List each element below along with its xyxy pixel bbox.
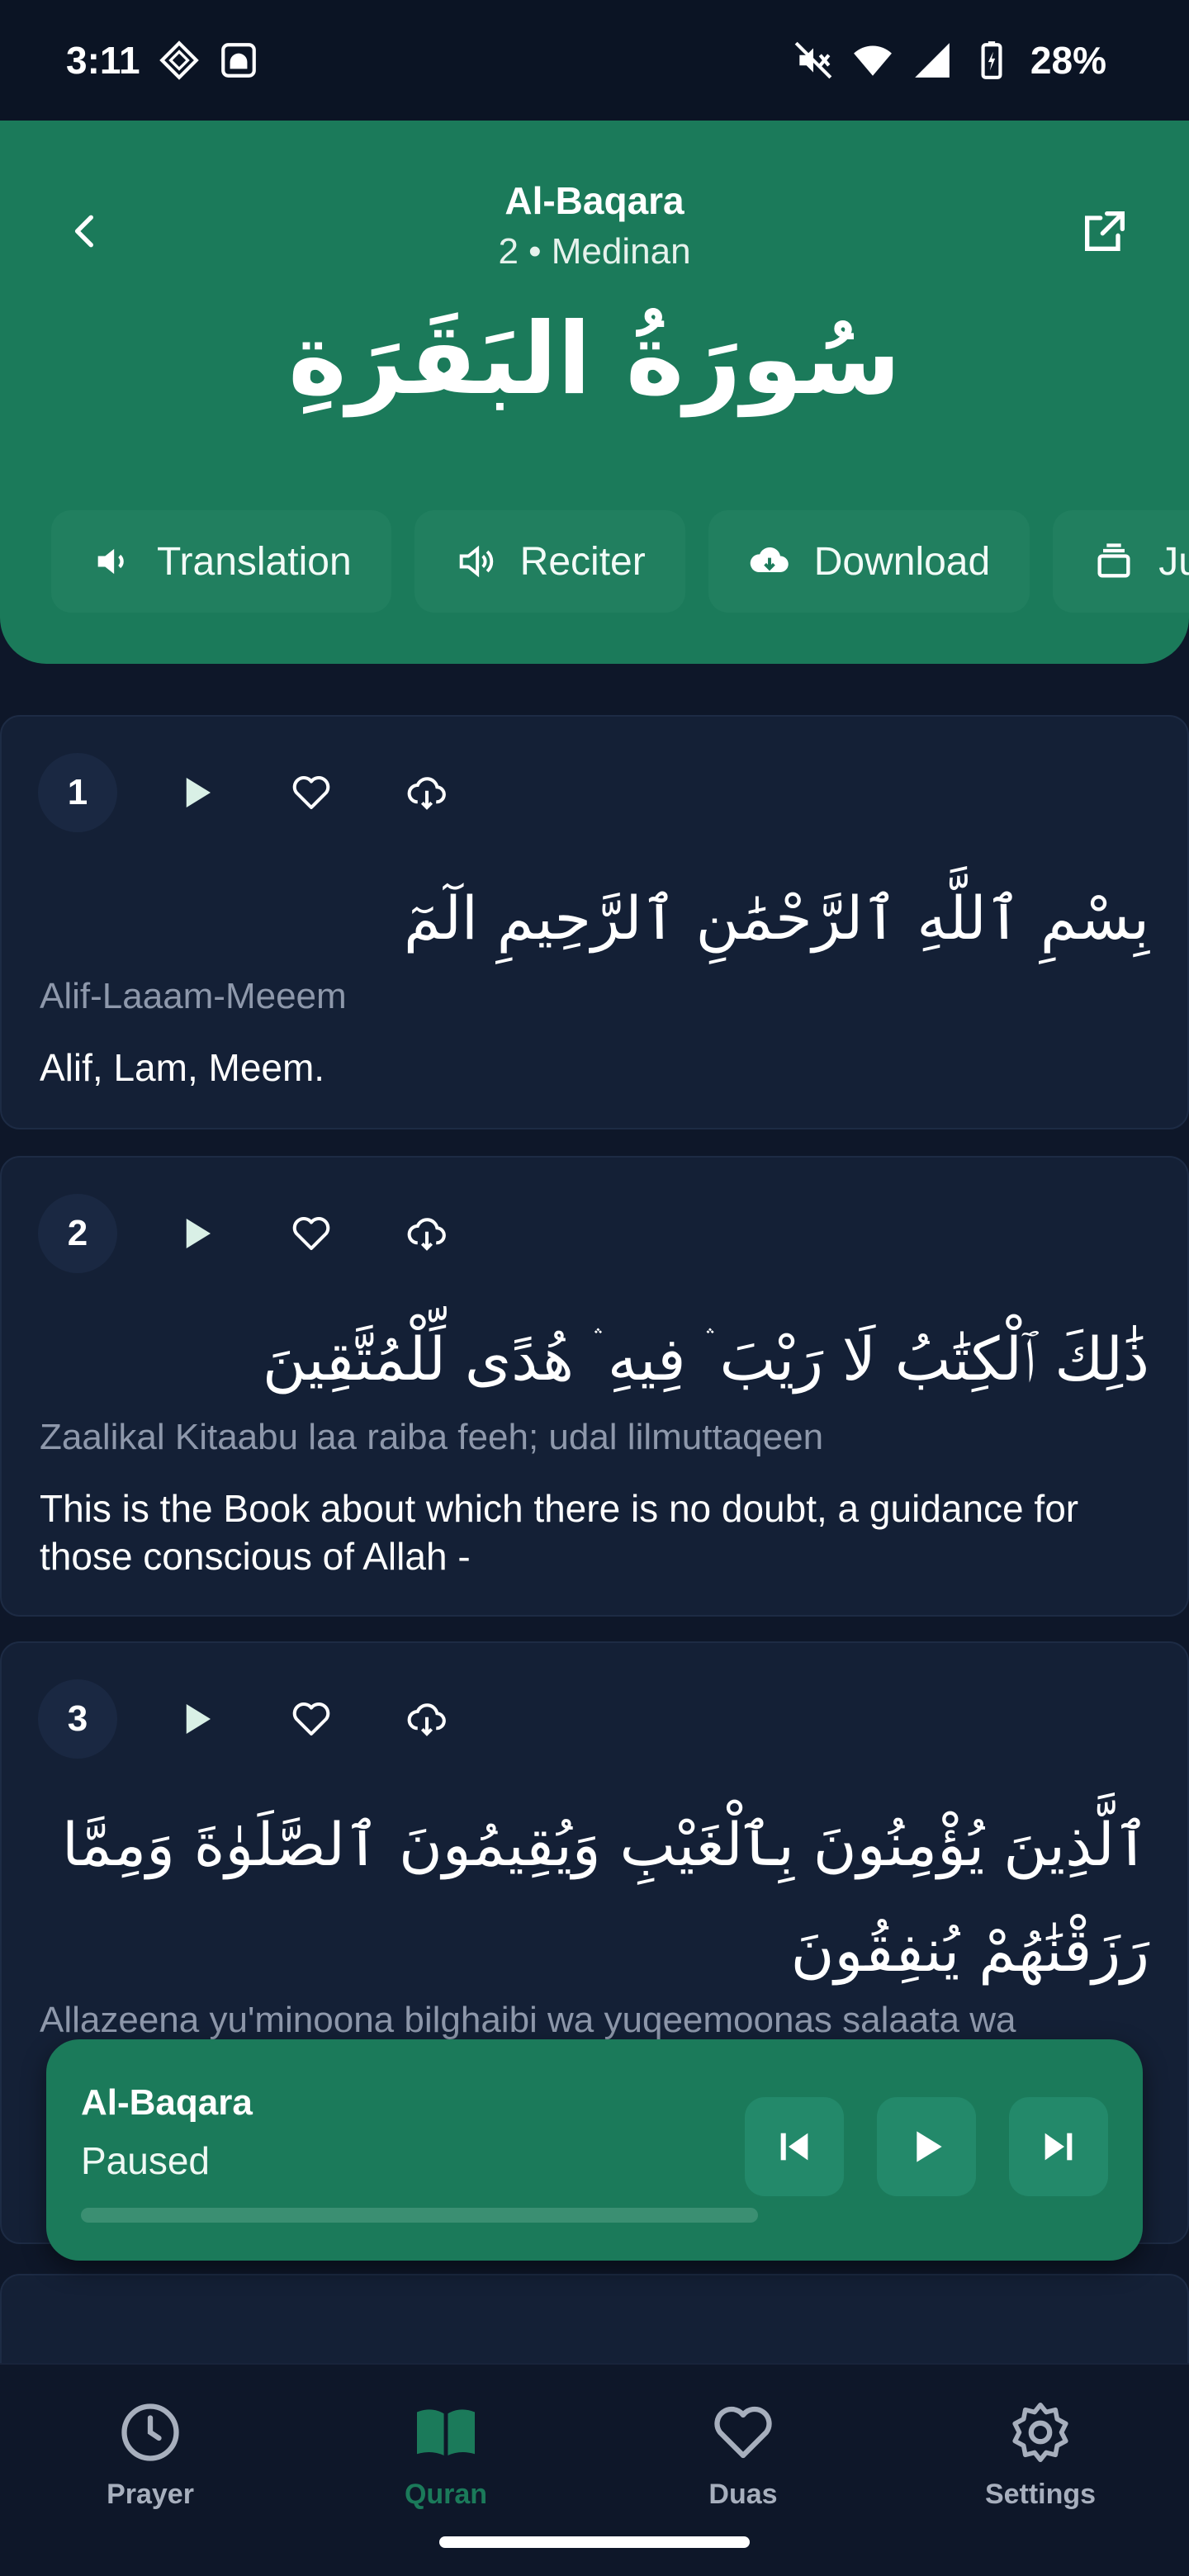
verse-number: 3 bbox=[38, 1679, 117, 1759]
signal-icon bbox=[915, 43, 950, 78]
cloud-download-icon bbox=[750, 547, 789, 572]
play-icon bbox=[186, 778, 211, 807]
app-notification-icon bbox=[159, 40, 199, 80]
verse-actions: 2 bbox=[38, 1194, 464, 1273]
verse-arabic: ذَٰلِكَ ٱلْكِتَٰبُ لَا رَيْبَ ۛ فِيهِ ۛ … bbox=[262, 1324, 1149, 1394]
status-right: 28% bbox=[793, 38, 1106, 83]
reciter-chip[interactable]: Reciter bbox=[414, 510, 685, 613]
heart-icon bbox=[292, 1216, 330, 1251]
favorite-verse-button[interactable] bbox=[274, 755, 348, 830]
heart-icon bbox=[714, 2406, 772, 2459]
verse-number: 1 bbox=[38, 753, 117, 832]
surah-arabic-title: سُورَةُ البَقَرَةِ bbox=[288, 302, 901, 417]
book-icon bbox=[417, 2409, 475, 2455]
play-icon bbox=[917, 2131, 942, 2162]
verse-arabic: بِسْمِ ٱللَّهِ ٱلرَّحْمَٰنِ ٱلرَّحِيمِ ا… bbox=[404, 883, 1149, 953]
mute-icon bbox=[794, 41, 832, 79]
skip-previous-icon bbox=[780, 2133, 808, 2161]
verse-card: 2 ذَٰلِكَ ٱلْكِتَٰبُ لَا رَيْبَ ۛ فِيهِ … bbox=[0, 1156, 1189, 1617]
status-time: 3:11 bbox=[66, 39, 140, 82]
cloud-download-icon bbox=[407, 1703, 446, 1736]
gear-icon bbox=[1012, 2402, 1068, 2463]
play-verse-button[interactable] bbox=[159, 1682, 233, 1756]
cloud-download-icon bbox=[407, 1218, 446, 1251]
reciter-icon bbox=[459, 545, 493, 578]
nav-label: Settings bbox=[984, 2479, 1097, 2510]
nav-label: Duas bbox=[708, 2479, 778, 2510]
mini-player[interactable]: Al-Baqara Paused bbox=[46, 2039, 1143, 2261]
previous-button[interactable] bbox=[745, 2097, 844, 2196]
juz-chip[interactable]: Ju bbox=[1053, 510, 1189, 613]
verse-transliteration: Allazeena yu'minoona bilghaibi wa yuqeem… bbox=[40, 2000, 1016, 2040]
play-icon bbox=[186, 1219, 211, 1248]
status-bar: 3:11 28% bbox=[0, 0, 1189, 121]
nav-label: Prayer bbox=[107, 2479, 194, 2510]
nav-duas[interactable]: Duas bbox=[644, 2398, 842, 2511]
chip-label: Reciter bbox=[519, 539, 646, 584]
play-button[interactable] bbox=[877, 2097, 976, 2196]
surah-header: Al-Baqara 2 • Medinan سُورَةُ البَقَرَةِ… bbox=[0, 121, 1189, 664]
heart-icon bbox=[292, 775, 330, 810]
verse-translation: This is the Book about which there is no… bbox=[40, 1487, 1079, 1578]
download-chip[interactable]: Download bbox=[708, 510, 1030, 613]
battery-level: 28% bbox=[1030, 39, 1106, 82]
download-verse-button[interactable] bbox=[390, 1682, 464, 1756]
external-link-icon bbox=[1085, 211, 1125, 251]
header-chips: Translation Reciter Download Ju bbox=[51, 510, 1189, 613]
next-button[interactable] bbox=[1009, 2097, 1108, 2196]
play-verse-button[interactable] bbox=[159, 1196, 233, 1271]
translation-chip[interactable]: Translation bbox=[51, 510, 391, 613]
cloud-download-icon bbox=[407, 777, 446, 810]
verse-actions: 3 bbox=[38, 1679, 464, 1759]
download-verse-button[interactable] bbox=[390, 1196, 464, 1271]
play-verse-button[interactable] bbox=[159, 755, 233, 830]
verse-actions: 1 bbox=[38, 753, 464, 832]
nav-label: Quran bbox=[404, 2479, 488, 2510]
heart-icon bbox=[292, 1702, 330, 1736]
surah-subtitle: 2 • Medinan bbox=[498, 231, 691, 272]
battery-icon bbox=[981, 41, 1002, 79]
verse-arabic: ٱلَّذِينَ يُؤْمِنُونَ بِٱلْغَيْبِ وَيُقِ… bbox=[62, 1810, 1149, 1985]
speaker-icon bbox=[97, 548, 124, 575]
favorite-verse-button[interactable] bbox=[274, 1682, 348, 1756]
mosque-notification-icon bbox=[220, 43, 256, 78]
juz-icon bbox=[1097, 543, 1130, 578]
player-status: Paused bbox=[81, 2139, 211, 2182]
chip-label: Download bbox=[813, 539, 991, 584]
surah-title: Al-Baqara bbox=[504, 179, 685, 222]
verse-transliteration: Alif-Laaam-Meeem bbox=[40, 976, 347, 1016]
player-progress-bar[interactable] bbox=[81, 2208, 758, 2223]
clock-icon bbox=[121, 2403, 179, 2461]
player-title: Al-Baqara bbox=[81, 2082, 253, 2123]
nav-settings[interactable]: Settings bbox=[941, 2398, 1139, 2511]
play-icon bbox=[186, 1704, 211, 1734]
download-verse-button[interactable] bbox=[390, 755, 464, 830]
favorite-verse-button[interactable] bbox=[274, 1196, 348, 1271]
verse-transliteration: Zaalikal Kitaabu laa raiba feeh; udal li… bbox=[40, 1417, 824, 1457]
verse-translation: Alif, Lam, Meem. bbox=[40, 1046, 325, 1089]
verse-number: 2 bbox=[38, 1194, 117, 1273]
share-button[interactable] bbox=[1070, 197, 1139, 266]
chip-label: Ju bbox=[1158, 539, 1189, 584]
chip-label: Translation bbox=[157, 539, 352, 584]
status-left: 3:11 bbox=[66, 38, 259, 83]
home-indicator[interactable] bbox=[439, 2536, 750, 2548]
nav-quran[interactable]: Quran bbox=[347, 2398, 545, 2511]
wifi-icon bbox=[854, 45, 892, 76]
verse-card: 1 بِسْمِ ٱللَّهِ ٱلرَّحْمَٰنِ ٱلرَّحِيمِ… bbox=[0, 715, 1189, 1129]
skip-next-icon bbox=[1045, 2133, 1073, 2161]
nav-prayer[interactable]: Prayer bbox=[51, 2398, 249, 2511]
